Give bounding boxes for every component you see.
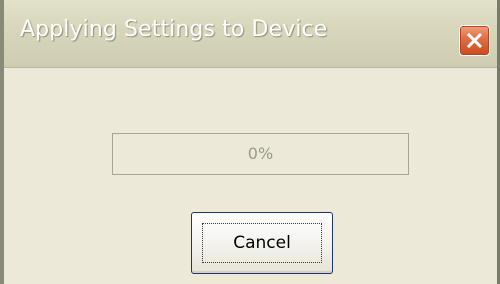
cancel-button[interactable]: Cancel: [191, 212, 333, 274]
progress-percent-text: 0%: [247, 144, 274, 163]
close-icon: [466, 32, 483, 49]
close-button[interactable]: [459, 25, 490, 56]
cancel-button-label: Cancel: [233, 233, 291, 253]
progress-bar: 0%: [112, 133, 409, 175]
dialog-window: Applying Settings to Device 0% Cancel: [0, 0, 500, 284]
title-bar[interactable]: Applying Settings to Device: [4, 0, 497, 68]
window-title: Applying Settings to Device: [20, 17, 328, 42]
